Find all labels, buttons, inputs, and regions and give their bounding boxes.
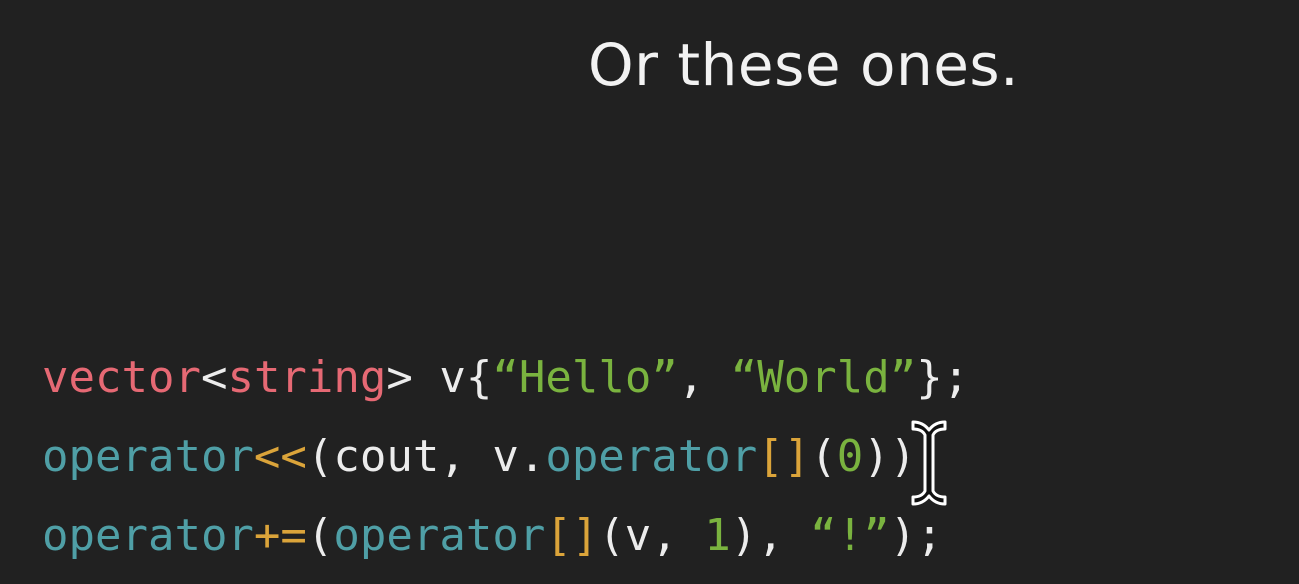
code-token: ));	[863, 431, 943, 482]
code-token: +=	[253, 510, 307, 561]
code-token: []	[545, 510, 599, 561]
code-token: operator	[42, 431, 254, 482]
code-token: };	[916, 352, 970, 403]
code-token: ),	[730, 510, 811, 561]
code-token: );	[889, 510, 943, 561]
code-token: 0	[836, 431, 864, 482]
code-token: operator	[42, 510, 254, 561]
code-token: “Hello”	[492, 352, 678, 403]
code-block: vector<string> v{“Hello”, “World”}; opera…	[42, 338, 969, 575]
presentation-slide: Or these ones. vector<string> v{“Hello”,…	[0, 0, 1299, 584]
code-line-1: vector<string> v{“Hello”, “World”};	[42, 338, 969, 417]
code-token: (	[810, 431, 837, 482]
code-token: <	[200, 352, 228, 403]
slide-title: Or these ones.	[588, 31, 1020, 99]
code-token: string	[227, 352, 387, 403]
code-token: operator	[545, 431, 758, 482]
code-token: (	[306, 510, 334, 561]
code-token: []	[757, 431, 811, 482]
code-token: vector	[42, 352, 201, 403]
code-token: (v,	[598, 510, 705, 561]
code-token: operator	[333, 510, 546, 561]
code-token: (cout, v.	[306, 431, 546, 482]
code-line-2: operator<<(cout, v.operator[](0));	[42, 417, 969, 496]
code-line-3: operator+=(operator[](v, 1), “!”);	[42, 496, 969, 575]
code-token: 1	[704, 510, 731, 561]
code-token: “!”	[810, 510, 890, 561]
code-token: “World”	[730, 352, 917, 403]
code-token: > v{	[386, 352, 493, 403]
code-token: <<	[253, 431, 307, 482]
code-token: ,	[677, 352, 731, 403]
